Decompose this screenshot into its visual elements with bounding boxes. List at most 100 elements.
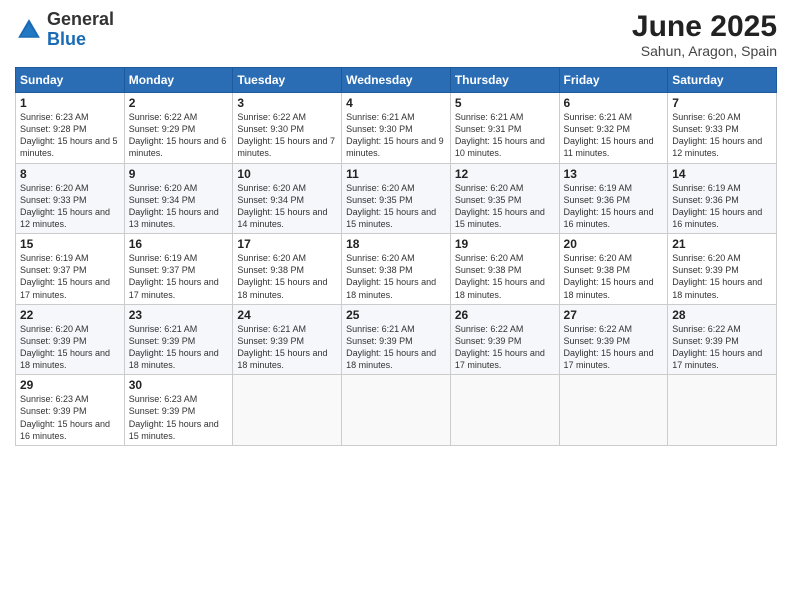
day-info: Sunrise: 6:21 AMSunset: 9:39 PMDaylight:… bbox=[237, 323, 337, 372]
day-number: 17 bbox=[237, 237, 337, 251]
day-info: Sunrise: 6:22 AMSunset: 9:39 PMDaylight:… bbox=[455, 323, 555, 372]
calendar-cell: 17Sunrise: 6:20 AMSunset: 9:38 PMDayligh… bbox=[233, 234, 342, 305]
calendar-cell: 19Sunrise: 6:20 AMSunset: 9:38 PMDayligh… bbox=[450, 234, 559, 305]
day-info: Sunrise: 6:20 AMSunset: 9:35 PMDaylight:… bbox=[346, 182, 446, 231]
day-info: Sunrise: 6:20 AMSunset: 9:35 PMDaylight:… bbox=[455, 182, 555, 231]
col-wednesday: Wednesday bbox=[342, 68, 451, 93]
calendar-cell: 26Sunrise: 6:22 AMSunset: 9:39 PMDayligh… bbox=[450, 304, 559, 375]
day-info: Sunrise: 6:22 AMSunset: 9:39 PMDaylight:… bbox=[672, 323, 772, 372]
calendar-cell: 23Sunrise: 6:21 AMSunset: 9:39 PMDayligh… bbox=[124, 304, 233, 375]
day-number: 16 bbox=[129, 237, 229, 251]
day-info: Sunrise: 6:21 AMSunset: 9:31 PMDaylight:… bbox=[455, 111, 555, 160]
day-info: Sunrise: 6:20 AMSunset: 9:34 PMDaylight:… bbox=[237, 182, 337, 231]
day-info: Sunrise: 6:20 AMSunset: 9:38 PMDaylight:… bbox=[237, 252, 337, 301]
day-info: Sunrise: 6:23 AMSunset: 9:28 PMDaylight:… bbox=[20, 111, 120, 160]
calendar-cell: 27Sunrise: 6:22 AMSunset: 9:39 PMDayligh… bbox=[559, 304, 668, 375]
day-number: 1 bbox=[20, 96, 120, 110]
day-info: Sunrise: 6:20 AMSunset: 9:33 PMDaylight:… bbox=[672, 111, 772, 160]
calendar-cell: 14Sunrise: 6:19 AMSunset: 9:36 PMDayligh… bbox=[668, 163, 777, 234]
day-number: 10 bbox=[237, 167, 337, 181]
calendar-table: Sunday Monday Tuesday Wednesday Thursday… bbox=[15, 67, 777, 446]
day-number: 4 bbox=[346, 96, 446, 110]
day-info: Sunrise: 6:20 AMSunset: 9:33 PMDaylight:… bbox=[20, 182, 120, 231]
calendar-week-2: 8Sunrise: 6:20 AMSunset: 9:33 PMDaylight… bbox=[16, 163, 777, 234]
day-info: Sunrise: 6:20 AMSunset: 9:38 PMDaylight:… bbox=[346, 252, 446, 301]
day-number: 19 bbox=[455, 237, 555, 251]
day-number: 25 bbox=[346, 308, 446, 322]
calendar-cell: 9Sunrise: 6:20 AMSunset: 9:34 PMDaylight… bbox=[124, 163, 233, 234]
calendar-cell: 5Sunrise: 6:21 AMSunset: 9:31 PMDaylight… bbox=[450, 93, 559, 164]
day-info: Sunrise: 6:22 AMSunset: 9:29 PMDaylight:… bbox=[129, 111, 229, 160]
calendar-cell: 7Sunrise: 6:20 AMSunset: 9:33 PMDaylight… bbox=[668, 93, 777, 164]
day-info: Sunrise: 6:19 AMSunset: 9:36 PMDaylight:… bbox=[564, 182, 664, 231]
header: General Blue June 2025 Sahun, Aragon, Sp… bbox=[15, 10, 777, 59]
calendar-cell: 15Sunrise: 6:19 AMSunset: 9:37 PMDayligh… bbox=[16, 234, 125, 305]
calendar-cell: 13Sunrise: 6:19 AMSunset: 9:36 PMDayligh… bbox=[559, 163, 668, 234]
day-info: Sunrise: 6:20 AMSunset: 9:39 PMDaylight:… bbox=[20, 323, 120, 372]
col-thursday: Thursday bbox=[450, 68, 559, 93]
calendar-cell: 28Sunrise: 6:22 AMSunset: 9:39 PMDayligh… bbox=[668, 304, 777, 375]
day-number: 22 bbox=[20, 308, 120, 322]
day-number: 29 bbox=[20, 378, 120, 392]
day-info: Sunrise: 6:20 AMSunset: 9:38 PMDaylight:… bbox=[455, 252, 555, 301]
logo-blue-text: Blue bbox=[47, 29, 86, 49]
col-monday: Monday bbox=[124, 68, 233, 93]
calendar-cell bbox=[233, 375, 342, 446]
calendar-cell: 12Sunrise: 6:20 AMSunset: 9:35 PMDayligh… bbox=[450, 163, 559, 234]
calendar-cell bbox=[668, 375, 777, 446]
calendar-cell: 2Sunrise: 6:22 AMSunset: 9:29 PMDaylight… bbox=[124, 93, 233, 164]
calendar-cell: 29Sunrise: 6:23 AMSunset: 9:39 PMDayligh… bbox=[16, 375, 125, 446]
calendar-week-4: 22Sunrise: 6:20 AMSunset: 9:39 PMDayligh… bbox=[16, 304, 777, 375]
day-number: 28 bbox=[672, 308, 772, 322]
day-number: 11 bbox=[346, 167, 446, 181]
day-info: Sunrise: 6:23 AMSunset: 9:39 PMDaylight:… bbox=[20, 393, 120, 442]
day-info: Sunrise: 6:21 AMSunset: 9:39 PMDaylight:… bbox=[346, 323, 446, 372]
calendar-cell: 4Sunrise: 6:21 AMSunset: 9:30 PMDaylight… bbox=[342, 93, 451, 164]
logo-general-text: General bbox=[47, 9, 114, 29]
logo: General Blue bbox=[15, 10, 114, 50]
col-friday: Friday bbox=[559, 68, 668, 93]
day-info: Sunrise: 6:19 AMSunset: 9:37 PMDaylight:… bbox=[20, 252, 120, 301]
day-number: 21 bbox=[672, 237, 772, 251]
day-info: Sunrise: 6:21 AMSunset: 9:32 PMDaylight:… bbox=[564, 111, 664, 160]
col-saturday: Saturday bbox=[668, 68, 777, 93]
calendar-cell: 1Sunrise: 6:23 AMSunset: 9:28 PMDaylight… bbox=[16, 93, 125, 164]
day-number: 15 bbox=[20, 237, 120, 251]
day-number: 3 bbox=[237, 96, 337, 110]
page: General Blue June 2025 Sahun, Aragon, Sp… bbox=[0, 0, 792, 612]
day-info: Sunrise: 6:20 AMSunset: 9:39 PMDaylight:… bbox=[672, 252, 772, 301]
day-number: 6 bbox=[564, 96, 664, 110]
calendar-cell: 10Sunrise: 6:20 AMSunset: 9:34 PMDayligh… bbox=[233, 163, 342, 234]
day-info: Sunrise: 6:20 AMSunset: 9:38 PMDaylight:… bbox=[564, 252, 664, 301]
day-number: 27 bbox=[564, 308, 664, 322]
calendar-cell: 20Sunrise: 6:20 AMSunset: 9:38 PMDayligh… bbox=[559, 234, 668, 305]
day-number: 20 bbox=[564, 237, 664, 251]
calendar-title: June 2025 bbox=[632, 10, 777, 43]
day-number: 5 bbox=[455, 96, 555, 110]
col-tuesday: Tuesday bbox=[233, 68, 342, 93]
day-number: 2 bbox=[129, 96, 229, 110]
day-info: Sunrise: 6:19 AMSunset: 9:36 PMDaylight:… bbox=[672, 182, 772, 231]
day-info: Sunrise: 6:19 AMSunset: 9:37 PMDaylight:… bbox=[129, 252, 229, 301]
day-number: 30 bbox=[129, 378, 229, 392]
calendar-cell: 24Sunrise: 6:21 AMSunset: 9:39 PMDayligh… bbox=[233, 304, 342, 375]
day-number: 8 bbox=[20, 167, 120, 181]
logo-icon bbox=[15, 16, 43, 44]
day-number: 18 bbox=[346, 237, 446, 251]
calendar-cell bbox=[559, 375, 668, 446]
calendar-week-3: 15Sunrise: 6:19 AMSunset: 9:37 PMDayligh… bbox=[16, 234, 777, 305]
calendar-cell bbox=[450, 375, 559, 446]
day-number: 23 bbox=[129, 308, 229, 322]
calendar-cell: 8Sunrise: 6:20 AMSunset: 9:33 PMDaylight… bbox=[16, 163, 125, 234]
col-sunday: Sunday bbox=[16, 68, 125, 93]
calendar-cell: 18Sunrise: 6:20 AMSunset: 9:38 PMDayligh… bbox=[342, 234, 451, 305]
calendar-cell: 25Sunrise: 6:21 AMSunset: 9:39 PMDayligh… bbox=[342, 304, 451, 375]
day-info: Sunrise: 6:22 AMSunset: 9:30 PMDaylight:… bbox=[237, 111, 337, 160]
day-number: 14 bbox=[672, 167, 772, 181]
day-number: 26 bbox=[455, 308, 555, 322]
calendar-week-1: 1Sunrise: 6:23 AMSunset: 9:28 PMDaylight… bbox=[16, 93, 777, 164]
calendar-cell: 30Sunrise: 6:23 AMSunset: 9:39 PMDayligh… bbox=[124, 375, 233, 446]
title-block: June 2025 Sahun, Aragon, Spain bbox=[632, 10, 777, 59]
day-number: 9 bbox=[129, 167, 229, 181]
day-info: Sunrise: 6:22 AMSunset: 9:39 PMDaylight:… bbox=[564, 323, 664, 372]
